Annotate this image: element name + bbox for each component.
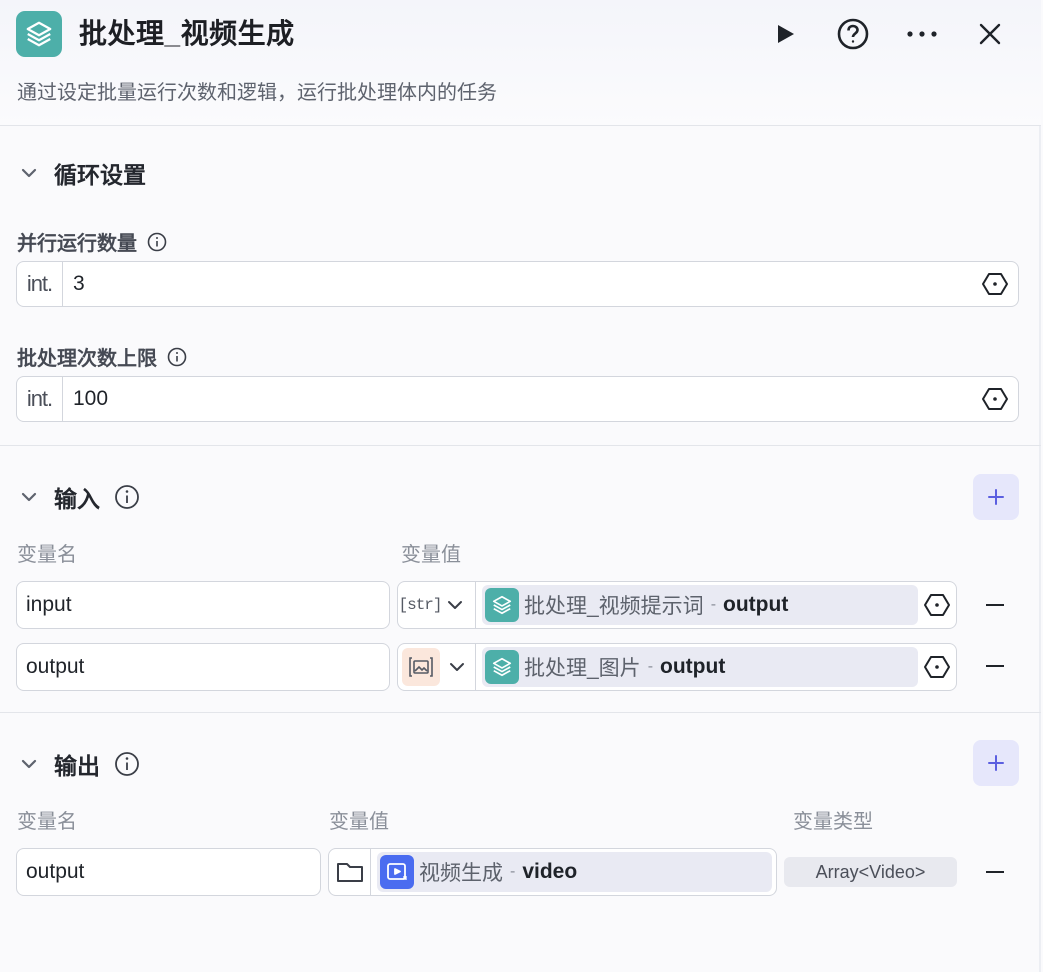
col-header-value: 变量值 bbox=[329, 811, 389, 833]
concurrency-label: 并行运行数量 bbox=[17, 227, 167, 256]
chevron-down-icon bbox=[450, 663, 464, 671]
remove-output-button[interactable] bbox=[980, 857, 1010, 887]
help-button[interactable] bbox=[832, 13, 874, 55]
output-var-value-field[interactable]: 视频生成 - video bbox=[328, 848, 777, 896]
node-description: 通过设定批量运行次数和逻辑，运行批处理体内的任务 bbox=[17, 82, 497, 104]
output-type-badge: Array<Video> bbox=[784, 857, 957, 887]
ref-separator: - bbox=[510, 863, 516, 880]
concurrency-value[interactable]: 3 bbox=[73, 272, 972, 296]
batch-node-panel: 批处理_视频生成 通过设定批量运行次数和逻辑，运行批处理体内的任务 循环设置 并… bbox=[0, 0, 1041, 972]
chevron-down-icon bbox=[21, 759, 37, 769]
type-selector[interactable]: [str] bbox=[398, 582, 476, 628]
int-type-tag: int. bbox=[17, 377, 63, 421]
plus-icon bbox=[988, 489, 1004, 505]
more-button[interactable] bbox=[901, 13, 943, 55]
minus-icon bbox=[986, 665, 1004, 667]
section-title: 输入 bbox=[54, 486, 100, 512]
variable-reference-chip[interactable]: 视频生成 - video bbox=[377, 852, 772, 892]
info-icon[interactable] bbox=[114, 751, 140, 777]
node-title[interactable]: 批处理_视频生成 bbox=[79, 16, 295, 52]
close-icon bbox=[979, 23, 1001, 45]
output-var-name-field[interactable]: output bbox=[16, 848, 321, 896]
layers-icon bbox=[16, 11, 62, 57]
ref-separator: - bbox=[710, 596, 717, 613]
section-divider bbox=[0, 445, 1041, 446]
remove-input-button[interactable] bbox=[980, 590, 1010, 620]
ref-node-name: 批处理_图片 bbox=[524, 657, 641, 680]
batch-limit-label: 批处理次数上限 bbox=[17, 342, 187, 371]
string-array-type-icon: [str] bbox=[398, 596, 443, 614]
chevron-down-icon bbox=[448, 601, 462, 609]
ref-variable-name: video bbox=[522, 860, 578, 883]
folder-icon[interactable] bbox=[329, 849, 371, 895]
ref-node-name: 视频生成 bbox=[419, 862, 503, 885]
variable-ref-icon[interactable] bbox=[918, 644, 956, 690]
int-type-tag: int. bbox=[17, 262, 63, 306]
add-output-button[interactable] bbox=[973, 740, 1019, 786]
variable-ref-icon[interactable] bbox=[918, 582, 956, 628]
outputs-header[interactable]: 输出 bbox=[18, 747, 140, 781]
panel-header: 批处理_视频生成 通过设定批量运行次数和逻辑，运行批处理体内的任务 bbox=[0, 0, 1041, 126]
variable-ref-icon[interactable] bbox=[972, 377, 1018, 421]
input-var-name-field[interactable]: input bbox=[16, 581, 390, 629]
col-header-name: 变量名 bbox=[17, 544, 77, 566]
section-title: 输出 bbox=[54, 753, 100, 779]
batch-limit-input[interactable]: int. 100 bbox=[16, 376, 1019, 422]
more-icon bbox=[907, 31, 937, 37]
input-var-value-field[interactable]: [str] 批处理_视频提示词 - output bbox=[397, 581, 957, 629]
input-var-name-field[interactable]: output bbox=[16, 643, 390, 691]
chevron-down-icon bbox=[21, 168, 37, 178]
add-input-button[interactable] bbox=[973, 474, 1019, 520]
ref-variable-name: output bbox=[660, 655, 726, 678]
inputs-header[interactable]: 输入 bbox=[18, 480, 140, 514]
info-icon[interactable] bbox=[114, 484, 140, 510]
plus-icon bbox=[988, 755, 1004, 771]
ref-variable-name: output bbox=[723, 593, 789, 616]
close-button[interactable] bbox=[969, 13, 1011, 55]
variable-ref-icon[interactable] bbox=[972, 262, 1018, 306]
input-var-value-field[interactable]: 批处理_图片 - output bbox=[397, 643, 957, 691]
layers-icon bbox=[485, 650, 519, 684]
batch-limit-value[interactable]: 100 bbox=[73, 387, 972, 411]
video-generation-icon bbox=[380, 855, 414, 889]
type-selector[interactable] bbox=[398, 644, 476, 690]
chevron-down-icon bbox=[21, 492, 37, 502]
label-text: 批处理次数上限 bbox=[17, 348, 157, 370]
help-icon bbox=[837, 18, 869, 50]
info-icon[interactable] bbox=[147, 232, 167, 252]
ref-separator: - bbox=[647, 658, 654, 675]
section-title: 循环设置 bbox=[54, 162, 146, 188]
layers-icon bbox=[485, 588, 519, 622]
info-icon[interactable] bbox=[167, 347, 187, 367]
play-icon bbox=[778, 25, 794, 43]
col-header-value: 变量值 bbox=[401, 544, 461, 566]
ref-node-name: 批处理_视频提示词 bbox=[524, 595, 704, 618]
remove-input-button[interactable] bbox=[980, 651, 1010, 681]
loop-settings-header[interactable]: 循环设置 bbox=[18, 156, 146, 190]
minus-icon bbox=[986, 871, 1004, 873]
image-type-icon bbox=[402, 648, 440, 686]
run-button[interactable] bbox=[764, 13, 806, 55]
label-text: 并行运行数量 bbox=[17, 233, 137, 255]
minus-icon bbox=[986, 604, 1004, 606]
section-divider bbox=[0, 712, 1041, 713]
col-header-type: 变量类型 bbox=[793, 811, 873, 833]
variable-reference-chip[interactable]: 批处理_图片 - output bbox=[482, 647, 918, 687]
variable-reference-chip[interactable]: 批处理_视频提示词 - output bbox=[482, 585, 918, 625]
col-header-name: 变量名 bbox=[17, 811, 77, 833]
concurrency-input[interactable]: int. 3 bbox=[16, 261, 1019, 307]
